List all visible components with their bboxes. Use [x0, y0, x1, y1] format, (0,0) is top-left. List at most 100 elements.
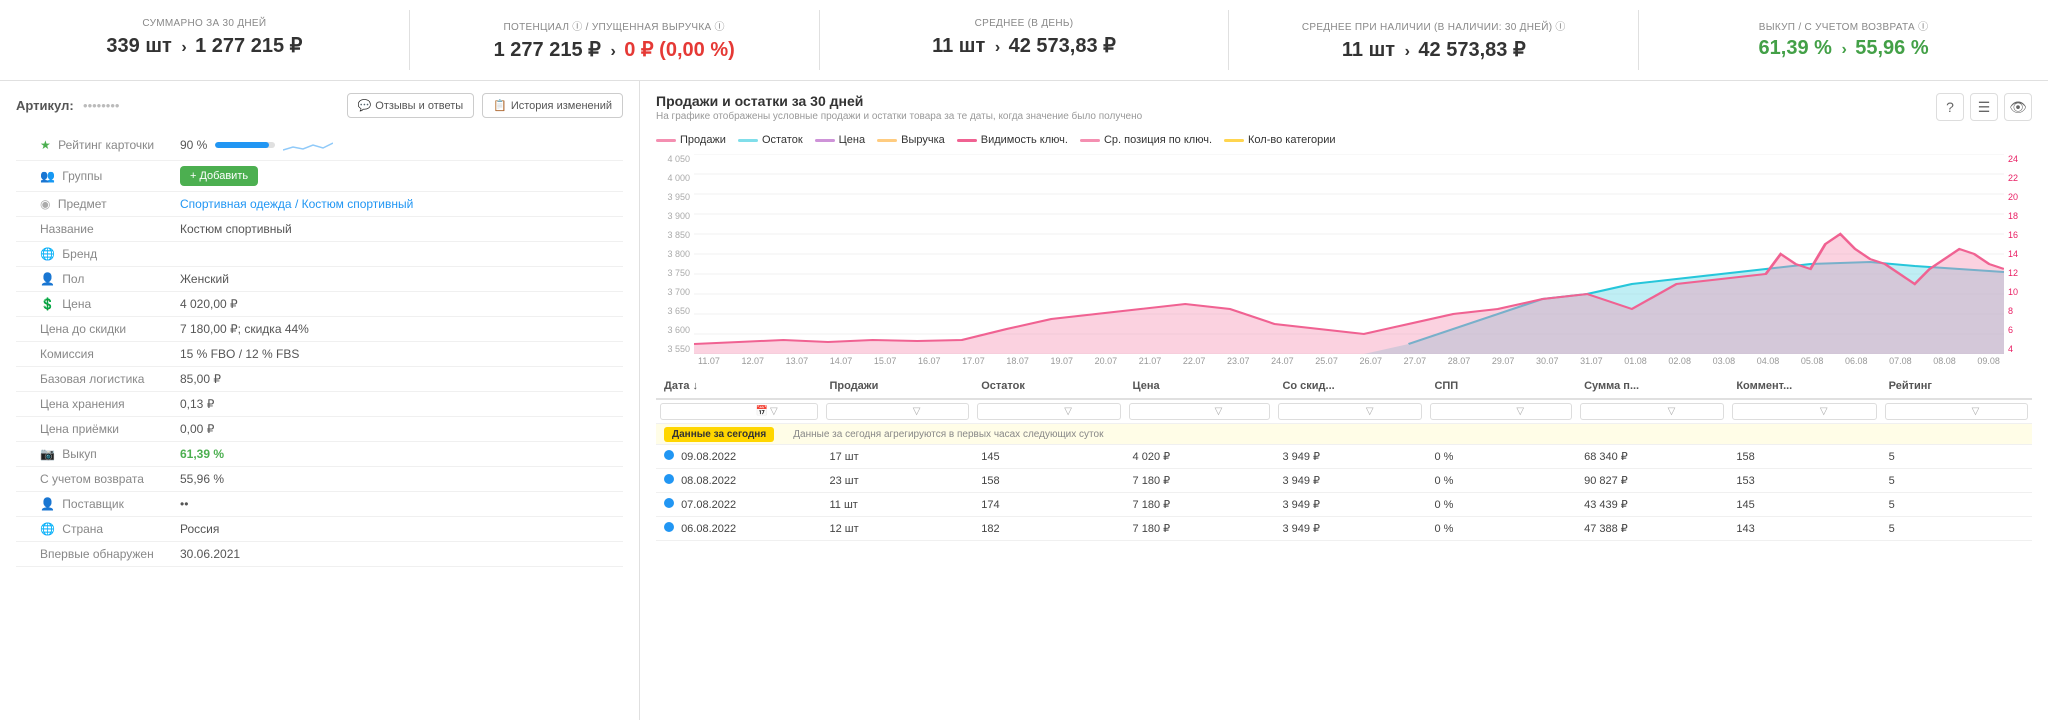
prop-value-discovered: 30.06.2021 — [176, 542, 623, 567]
table-row: 08.08.2022 23 шт 158 7 180 ₽ 3 949 ₽ 0 %… — [656, 469, 2032, 493]
filter-sum-input[interactable] — [1585, 406, 1666, 417]
x-label: 08.08 — [1933, 356, 1956, 366]
chart-container: 4 050 4 000 3 950 3 900 3 850 3 800 3 75… — [656, 154, 2032, 354]
filter-rating-icon[interactable]: ▽ — [1972, 406, 1980, 417]
stat-summary-label: СУММАРНО ЗА 30 ДНЕЙ — [16, 18, 393, 29]
prop-label-brand: 🌐 Бренд — [16, 242, 176, 267]
y-right-label: 20 — [2008, 192, 2032, 202]
table-header-row: Дата ↓ Продажи Остаток Цена Со скид... — [656, 374, 2032, 399]
y-right-label: 16 — [2008, 230, 2032, 240]
prop-value-buyout: 61,39 % — [176, 442, 623, 467]
chart-svg — [694, 154, 2004, 354]
chart-info-button[interactable]: ? — [1936, 93, 1964, 121]
today-banner-row: Данные за сегодня Данные за сегодня агре… — [656, 424, 2032, 445]
legend-stock[interactable]: Остаток — [738, 134, 803, 146]
x-label: 03.08 — [1713, 356, 1736, 366]
table-row: 🌐 Бренд — [16, 242, 623, 267]
x-label: 19.07 — [1050, 356, 1073, 366]
filter-price-input[interactable] — [1134, 406, 1213, 417]
filter-sales-icon[interactable]: ▽ — [913, 406, 921, 417]
chart-title: Продажи и остатки за 30 дней — [656, 93, 1142, 109]
prop-value-rating: 90 % — [176, 130, 623, 161]
col-sales[interactable]: Продажи — [822, 374, 974, 399]
filter-sales-input[interactable] — [831, 406, 911, 417]
col-discount[interactable]: Со скид... — [1274, 374, 1426, 399]
stat-buyout-value: 61,39 % › 55,96 % — [1655, 37, 2032, 60]
x-label: 11.07 — [698, 356, 720, 366]
filter-comments-icon[interactable]: ▽ — [1820, 406, 1828, 417]
reviews-button[interactable]: 💬 Отзывы и ответы — [347, 93, 475, 118]
col-comments[interactable]: Коммент... — [1728, 374, 1880, 399]
chart-list-button[interactable]: ☰ — [1970, 93, 1998, 121]
legend-dot-position — [1080, 139, 1100, 142]
filter-stock-icon[interactable]: ▽ — [1064, 406, 1072, 417]
col-sum[interactable]: Сумма п... — [1576, 374, 1728, 399]
filter-comments-input[interactable] — [1737, 406, 1818, 417]
cell-price-0: 4 020 ₽ — [1125, 445, 1275, 469]
table-row: 💲 Цена 4 020,00 ₽ — [16, 292, 623, 317]
prop-value-original-price: 7 180,00 ₽; скидка 44% — [176, 317, 623, 342]
calendar-icon: 📅 — [756, 406, 768, 417]
filter-discount-icon[interactable]: ▽ — [1366, 406, 1374, 417]
filter-price-icon[interactable]: ▽ — [1215, 406, 1223, 417]
filter-spp-icon[interactable]: ▽ — [1516, 406, 1524, 417]
legend-category-count[interactable]: Кол-во категории — [1224, 134, 1336, 146]
filter-spp-input[interactable] — [1435, 406, 1514, 417]
filter-sum-icon[interactable]: ▽ — [1668, 406, 1676, 417]
stat-average-stock: СРЕДНЕЕ ПРИ НАЛИЧИИ (В НАЛИЧИИ: 30 ДНЕЙ)… — [1229, 10, 1639, 70]
prop-label-supplier: 👤 Поставщик — [16, 492, 176, 517]
col-price[interactable]: Цена — [1125, 374, 1275, 399]
prop-value-brand — [176, 242, 623, 267]
x-label: 25.07 — [1315, 356, 1338, 366]
legend-dot-stock — [738, 139, 758, 142]
x-label: 18.07 — [1006, 356, 1029, 366]
col-stock[interactable]: Остаток — [973, 374, 1124, 399]
filter-date-input[interactable] — [665, 406, 754, 417]
legend-visibility[interactable]: Видимость ключ. — [957, 134, 1068, 146]
prop-value-return: 55,96 % — [176, 467, 623, 492]
legend-dot-price — [815, 139, 835, 142]
prop-value-name: Костюм спортивный — [176, 217, 623, 242]
prop-label-logistics: Базовая логистика — [16, 367, 176, 392]
filter-price-cell: ▽ — [1125, 399, 1275, 424]
prop-label-discovered: Впервые обнаружен — [16, 542, 176, 567]
table-row: Впервые обнаружен 30.06.2021 — [16, 542, 623, 567]
stat-buyout-v2: 55,96 % — [1855, 37, 1928, 59]
filter-discount-input[interactable] — [1283, 406, 1363, 417]
row-dot-1 — [664, 474, 674, 484]
stat-avg-stock-v1: 11 шт — [1342, 39, 1395, 61]
chart-view-button[interactable]: 👁 — [2004, 93, 2032, 121]
filter-rating-cell: ▽ — [1881, 399, 2032, 424]
cell-price-1: 7 180 ₽ — [1125, 469, 1275, 493]
prop-label-buyout: 📷 Выкуп — [16, 442, 176, 467]
y-label: 3 600 — [656, 325, 690, 335]
y-label: 4 000 — [656, 173, 690, 183]
filter-icon[interactable]: ▽ — [770, 406, 778, 417]
legend-sales[interactable]: Продажи — [656, 134, 726, 146]
col-rating[interactable]: Рейтинг — [1881, 374, 2032, 399]
add-group-button[interactable]: + Добавить — [180, 166, 258, 186]
legend-position[interactable]: Ср. позиция по ключ. — [1080, 134, 1212, 146]
x-label: 23.07 — [1227, 356, 1250, 366]
filter-stock-input[interactable] — [982, 406, 1062, 417]
stat-average-stock-value: 11 шт › 42 573,83 ₽ — [1245, 37, 1622, 62]
prop-value-price: 4 020,00 ₽ — [176, 292, 623, 317]
row-dot-2 — [664, 498, 674, 508]
table-row: Цена приёмки 0,00 ₽ — [16, 417, 623, 442]
stat-potential-value: 1 277 215 ₽ › 0 ₽ (0,00 %) — [426, 37, 803, 62]
y-right-label: 22 — [2008, 173, 2032, 183]
legend-revenue[interactable]: Выручка — [877, 134, 945, 146]
table-row: 09.08.2022 17 шт 145 4 020 ₽ 3 949 ₽ 0 %… — [656, 445, 2032, 469]
filter-discount-cell: ▽ — [1274, 399, 1426, 424]
filter-rating-input[interactable] — [1890, 406, 1970, 417]
prop-label-gender: 👤 Пол — [16, 267, 176, 292]
history-button[interactable]: 📋 История изменений — [482, 93, 623, 118]
col-date[interactable]: Дата ↓ — [656, 374, 822, 399]
article-title: Артикул: •••••••• — [16, 98, 119, 113]
col-spp[interactable]: СПП — [1426, 374, 1576, 399]
prop-label-commission: Комиссия — [16, 342, 176, 367]
cell-rating-1: 5 — [1881, 469, 2032, 493]
y-right-label: 10 — [2008, 287, 2032, 297]
x-label: 31.07 — [1580, 356, 1603, 366]
legend-price[interactable]: Цена — [815, 134, 865, 146]
